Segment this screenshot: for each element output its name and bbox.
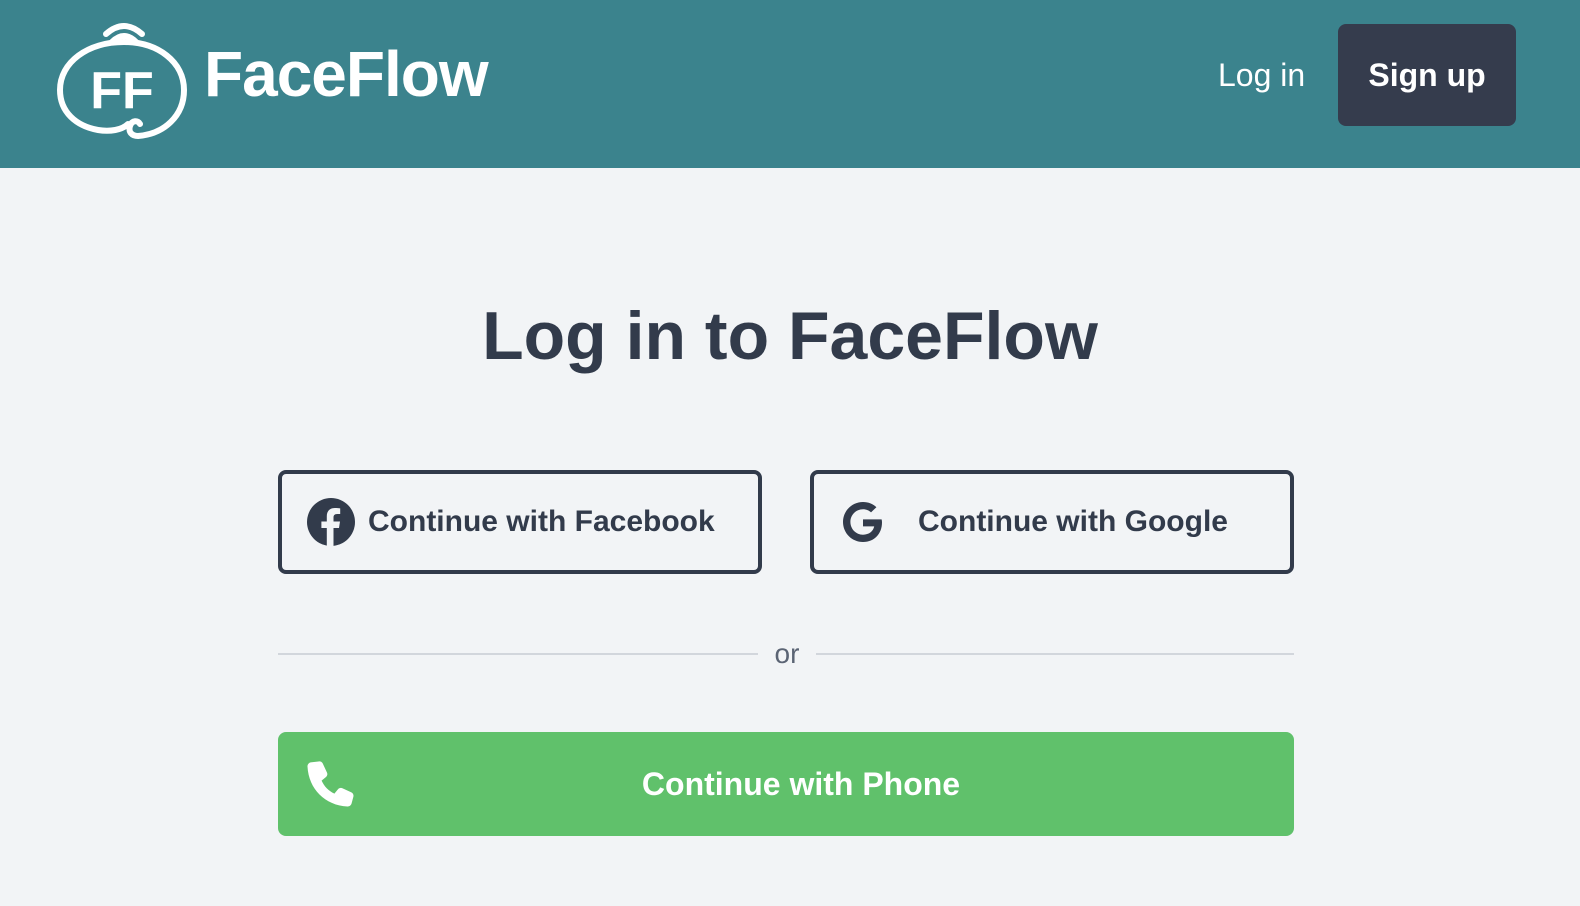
header-login-link[interactable]: Log in [1218, 56, 1305, 94]
continue-with-phone-button[interactable]: Continue with Phone [278, 732, 1294, 836]
facebook-button-label: Continue with Facebook [368, 505, 715, 538]
divider-line-right [816, 653, 1294, 655]
facebook-icon [307, 498, 355, 547]
or-divider: or [278, 634, 1294, 674]
signup-button[interactable]: Sign up [1338, 24, 1516, 126]
page-title: Log in to FaceFlow [482, 298, 1098, 374]
continue-with-google-button[interactable]: Continue with Google [810, 470, 1294, 574]
logo-wordmark: FaceFlow [204, 38, 489, 110]
faceflow-logo-icon: FF [56, 23, 188, 140]
divider-line-left [278, 653, 758, 655]
divider-text: or [774, 638, 800, 669]
logo-monogram: FF [90, 62, 154, 120]
phone-button-label: Continue with Phone [641, 766, 961, 802]
continue-with-facebook-button[interactable]: Continue with Facebook [278, 470, 762, 574]
top-header: FF FaceFlow Log in Sign up [0, 0, 1580, 168]
google-icon [843, 502, 882, 542]
signup-button-label: Sign up [1368, 56, 1486, 93]
google-button-label: Continue with Google [918, 505, 1228, 538]
faceflow-logo[interactable]: FF FaceFlow [54, 12, 524, 142]
